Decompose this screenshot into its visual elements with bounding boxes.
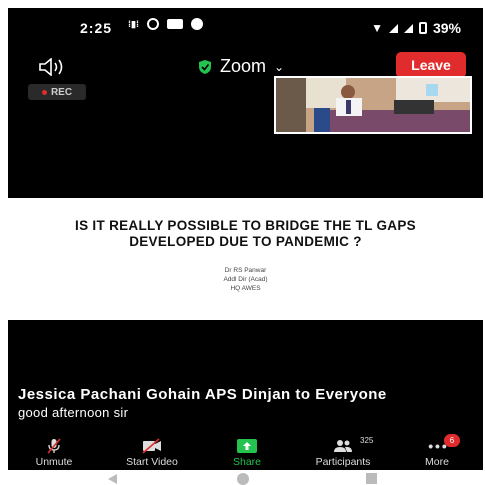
meeting-toolbar: Unmute Start Video Share Participants 32… (8, 434, 483, 470)
status-bar: 2:25 ⁞▮⁞ ▼ 39% (8, 8, 483, 44)
home-icon[interactable] (237, 473, 249, 485)
share-icon (237, 439, 257, 453)
participants-count: 325 (360, 436, 374, 445)
whatsapp-icon (146, 18, 159, 30)
video-call-icon (166, 19, 183, 29)
record-dot-icon (190, 18, 203, 30)
slide-credits: Dr RS Panwar Addl Dir (Acad) HQ AWES (8, 266, 483, 293)
speaker-icon[interactable] (38, 58, 66, 76)
mic-off-icon (47, 438, 61, 454)
slide-org: HQ AWES (230, 285, 261, 292)
chat-preview[interactable]: Jessica Pachani Gohain APS Dinjan to Eve… (18, 386, 478, 420)
slide-author: Dr RS Panwar (224, 267, 267, 274)
signal-icon (388, 23, 398, 33)
share-label: Share (232, 456, 262, 468)
participant-video-image (276, 78, 470, 132)
record-dot-icon (41, 89, 47, 95)
slide-role: Addl Dir (Acad) (223, 276, 268, 283)
meeting-title-label: Zoom (220, 56, 267, 76)
participants-icon (334, 440, 352, 452)
participants-button[interactable]: Participants 325 (300, 436, 386, 470)
more-button[interactable]: • • • More 6 (416, 434, 460, 470)
start-video-label: Start Video (126, 456, 178, 468)
participants-label: Participants (315, 456, 371, 468)
video-thumbnail[interactable] (274, 76, 472, 134)
signal-icon-2 (403, 23, 413, 33)
more-notification-badge: 6 (444, 434, 460, 447)
notification-icons: ⁞▮⁞ (128, 18, 203, 30)
zoom-meeting-screen: 2:25 ⁞▮⁞ ▼ 39% Zoom ⌄ Leave REC IS IT RE… (8, 8, 483, 470)
video-off-icon (142, 438, 161, 454)
recording-label: REC (50, 86, 73, 98)
start-video-button[interactable]: Start Video (112, 438, 192, 470)
chevron-down-icon: ⌄ (274, 59, 285, 74)
status-time: 2:25 (80, 20, 113, 36)
shield-icon (199, 59, 211, 74)
chat-message: good afternoon sir (18, 405, 129, 420)
system-icons: ▼ 39% (371, 20, 461, 36)
leave-button[interactable]: Leave (396, 52, 466, 78)
meeting-title[interactable]: Zoom ⌄ (198, 56, 284, 77)
battery-icon (418, 22, 427, 34)
unmute-button[interactable]: Unmute (24, 438, 84, 470)
recording-badge: REC (28, 84, 86, 100)
unmute-label: Unmute (35, 456, 73, 468)
back-icon[interactable] (108, 474, 117, 484)
battery-percent: 39% (432, 20, 461, 36)
android-nav-bar (0, 470, 485, 485)
recent-apps-icon[interactable] (366, 473, 377, 484)
wifi-icon: ▼ (371, 21, 383, 35)
slide-title: IS IT REALLY POSSIBLE TO BRIDGE THE TL G… (75, 218, 416, 249)
share-button[interactable]: Share (222, 438, 272, 470)
vibrate-icon: ⁞▮⁞ (128, 18, 139, 29)
chat-sender: Jessica Pachani Gohain APS Dinjan to Eve… (18, 386, 387, 403)
shared-slide: IS IT REALLY POSSIBLE TO BRIDGE THE TL G… (8, 198, 483, 320)
more-label: More (425, 456, 449, 468)
